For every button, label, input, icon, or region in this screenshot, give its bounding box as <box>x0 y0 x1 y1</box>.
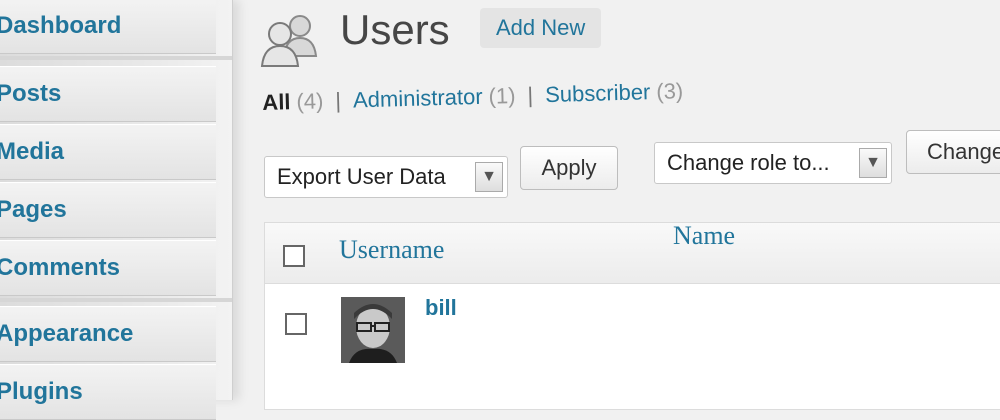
filter-subscriber[interactable]: Subscriber <box>545 79 651 108</box>
filter-administrator[interactable]: Administrator <box>353 84 483 114</box>
sidebar-separator <box>0 56 232 60</box>
bulk-actions-select[interactable]: Export User Data ▼ <box>264 156 508 198</box>
users-icon <box>260 15 318 67</box>
page-title: Users <box>340 6 450 53</box>
sidebar-item-label: Media <box>0 138 65 165</box>
user-role-filters: All (4) | Administrator (1) | Subscriber… <box>262 78 684 116</box>
bulk-actions-value: Export User Data <box>277 164 446 189</box>
change-role-value: Change role to... <box>667 150 830 175</box>
add-new-button[interactable]: Add New <box>480 8 602 48</box>
sidebar-item-label: Pages <box>0 196 67 223</box>
column-name[interactable]: Name <box>673 221 735 251</box>
table-header: Username Name <box>265 221 1000 284</box>
column-username[interactable]: Username <box>339 235 444 265</box>
sidebar-item-dashboard[interactable]: Dashboard <box>0 0 216 54</box>
sidebar-item-label: Dashboard <box>0 12 122 39</box>
filter-all[interactable]: All <box>262 89 291 116</box>
sidebar-item-label: Comments <box>0 254 121 281</box>
filter-subscriber-count: (3) <box>655 78 684 104</box>
avatar <box>341 297 405 363</box>
change-role-button[interactable]: Change <box>906 130 1000 174</box>
sidebar-item-media[interactable]: Media <box>0 124 216 180</box>
change-role-select[interactable]: Change role to... ▼ <box>654 142 892 184</box>
sidebar-item-posts[interactable]: Posts <box>0 66 216 122</box>
row-checkbox[interactable] <box>285 313 307 335</box>
sidebar-item-pages[interactable]: Pages <box>0 182 216 238</box>
chevron-down-icon: ▼ <box>475 162 503 192</box>
main-content: Users Add New All (4) | Administrator (1… <box>232 0 1000 410</box>
admin-sidebar: Dashboard Posts Media Pages Comments App… <box>0 0 233 420</box>
filter-separator: | <box>334 87 342 113</box>
sidebar-item-label: Plugins <box>0 378 83 405</box>
sidebar-item-plugins[interactable]: Plugins <box>0 364 216 420</box>
sidebar-separator <box>0 298 232 302</box>
chevron-down-icon: ▼ <box>859 148 887 178</box>
username-link[interactable]: bill <box>425 295 457 321</box>
sidebar-item-appearance[interactable]: Appearance <box>0 306 216 362</box>
sidebar-item-comments[interactable]: Comments <box>0 240 216 296</box>
filter-administrator-count: (1) <box>488 82 516 109</box>
select-all-checkbox[interactable] <box>283 245 305 267</box>
filter-separator: | <box>527 82 534 108</box>
apply-button[interactable]: Apply <box>520 146 618 190</box>
users-table: Username Name bill <box>264 221 1000 410</box>
sidebar-item-label: Appearance <box>0 320 134 347</box>
filter-all-count: (4) <box>296 88 324 115</box>
sidebar-item-label: Posts <box>0 80 62 107</box>
